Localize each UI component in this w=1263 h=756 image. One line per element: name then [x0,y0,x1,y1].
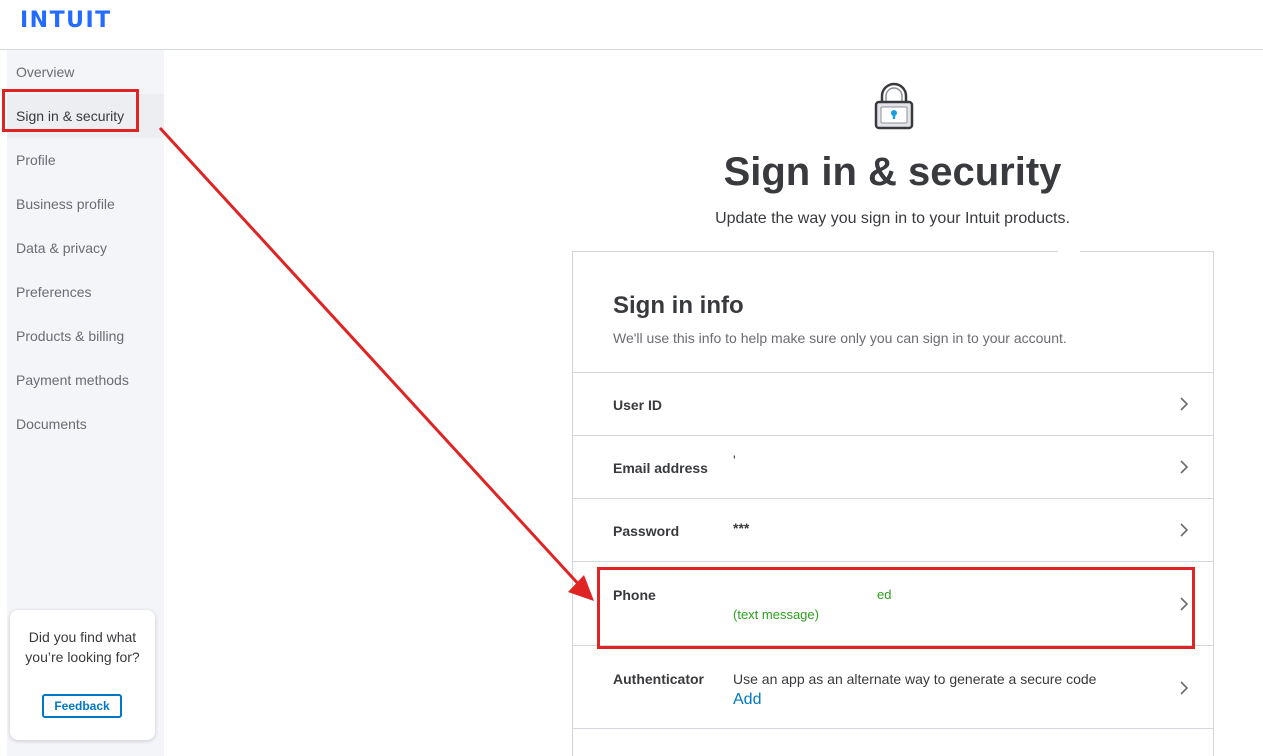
sidebar-item-profile[interactable]: Profile [7,138,164,182]
row-label: User ID [613,397,663,413]
chevron-right-icon [1180,397,1189,411]
sidebar-item-preferences[interactable]: Preferences [7,270,164,314]
password-row[interactable]: Password *** [573,498,1213,561]
row-label: Password [613,523,680,539]
authenticator-row[interactable]: Authenticator Use an app as an alternate… [573,645,1213,728]
card-description: We'll use this info to help make sure on… [613,330,1067,346]
page-title: Sign in & security [723,150,1062,194]
user-id-row[interactable]: User ID [573,372,1213,435]
email-address-row[interactable]: Email address ' [573,435,1213,498]
chevron-right-icon [1180,460,1189,474]
row-label: Email address [613,460,708,476]
add-authenticator-link[interactable]: Add [733,691,761,709]
page-subtitle: Update the way you sign in to your Intui… [715,210,1070,227]
chevron-right-icon [1180,523,1189,537]
sidebar-item-data-privacy[interactable]: Data & privacy [7,226,164,270]
intuit-logo[interactable]: INTUIT [20,8,112,33]
feedback-prompt: Did you find what you’re looking for? [25,629,140,665]
row-value: Use an app as an alternate way to genera… [733,671,1097,687]
row-value: *** [733,520,750,536]
chevron-right-icon [1180,681,1189,695]
sidebar-item-products-billing[interactable]: Products & billing [7,314,164,358]
sidebar: Overview Sign in & security Profile Busi… [7,50,164,756]
sign-in-info-card: Sign in info We'll use this info to help… [572,251,1214,756]
phone-highlight-box [597,567,1195,649]
row-value: ' [733,452,736,468]
card-gap [1058,246,1080,256]
top-bar: INTUIT [0,0,1263,50]
lock-icon [874,82,914,132]
row-label: Authenticator [613,671,704,687]
sidebar-item-payment-methods[interactable]: Payment methods [7,358,164,402]
sidebar-item-documents[interactable]: Documents [7,402,164,446]
feedback-card: Did you find what you’re looking for? Fe… [10,610,155,740]
card-title: Sign in info [613,292,744,319]
sidebar-item-business-profile[interactable]: Business profile [7,182,164,226]
sidebar-highlight-box [2,89,139,132]
next-row[interactable] [573,728,1213,756]
feedback-button[interactable]: Feedback [42,694,122,718]
sidebar-item-overview[interactable]: Overview [7,50,164,94]
